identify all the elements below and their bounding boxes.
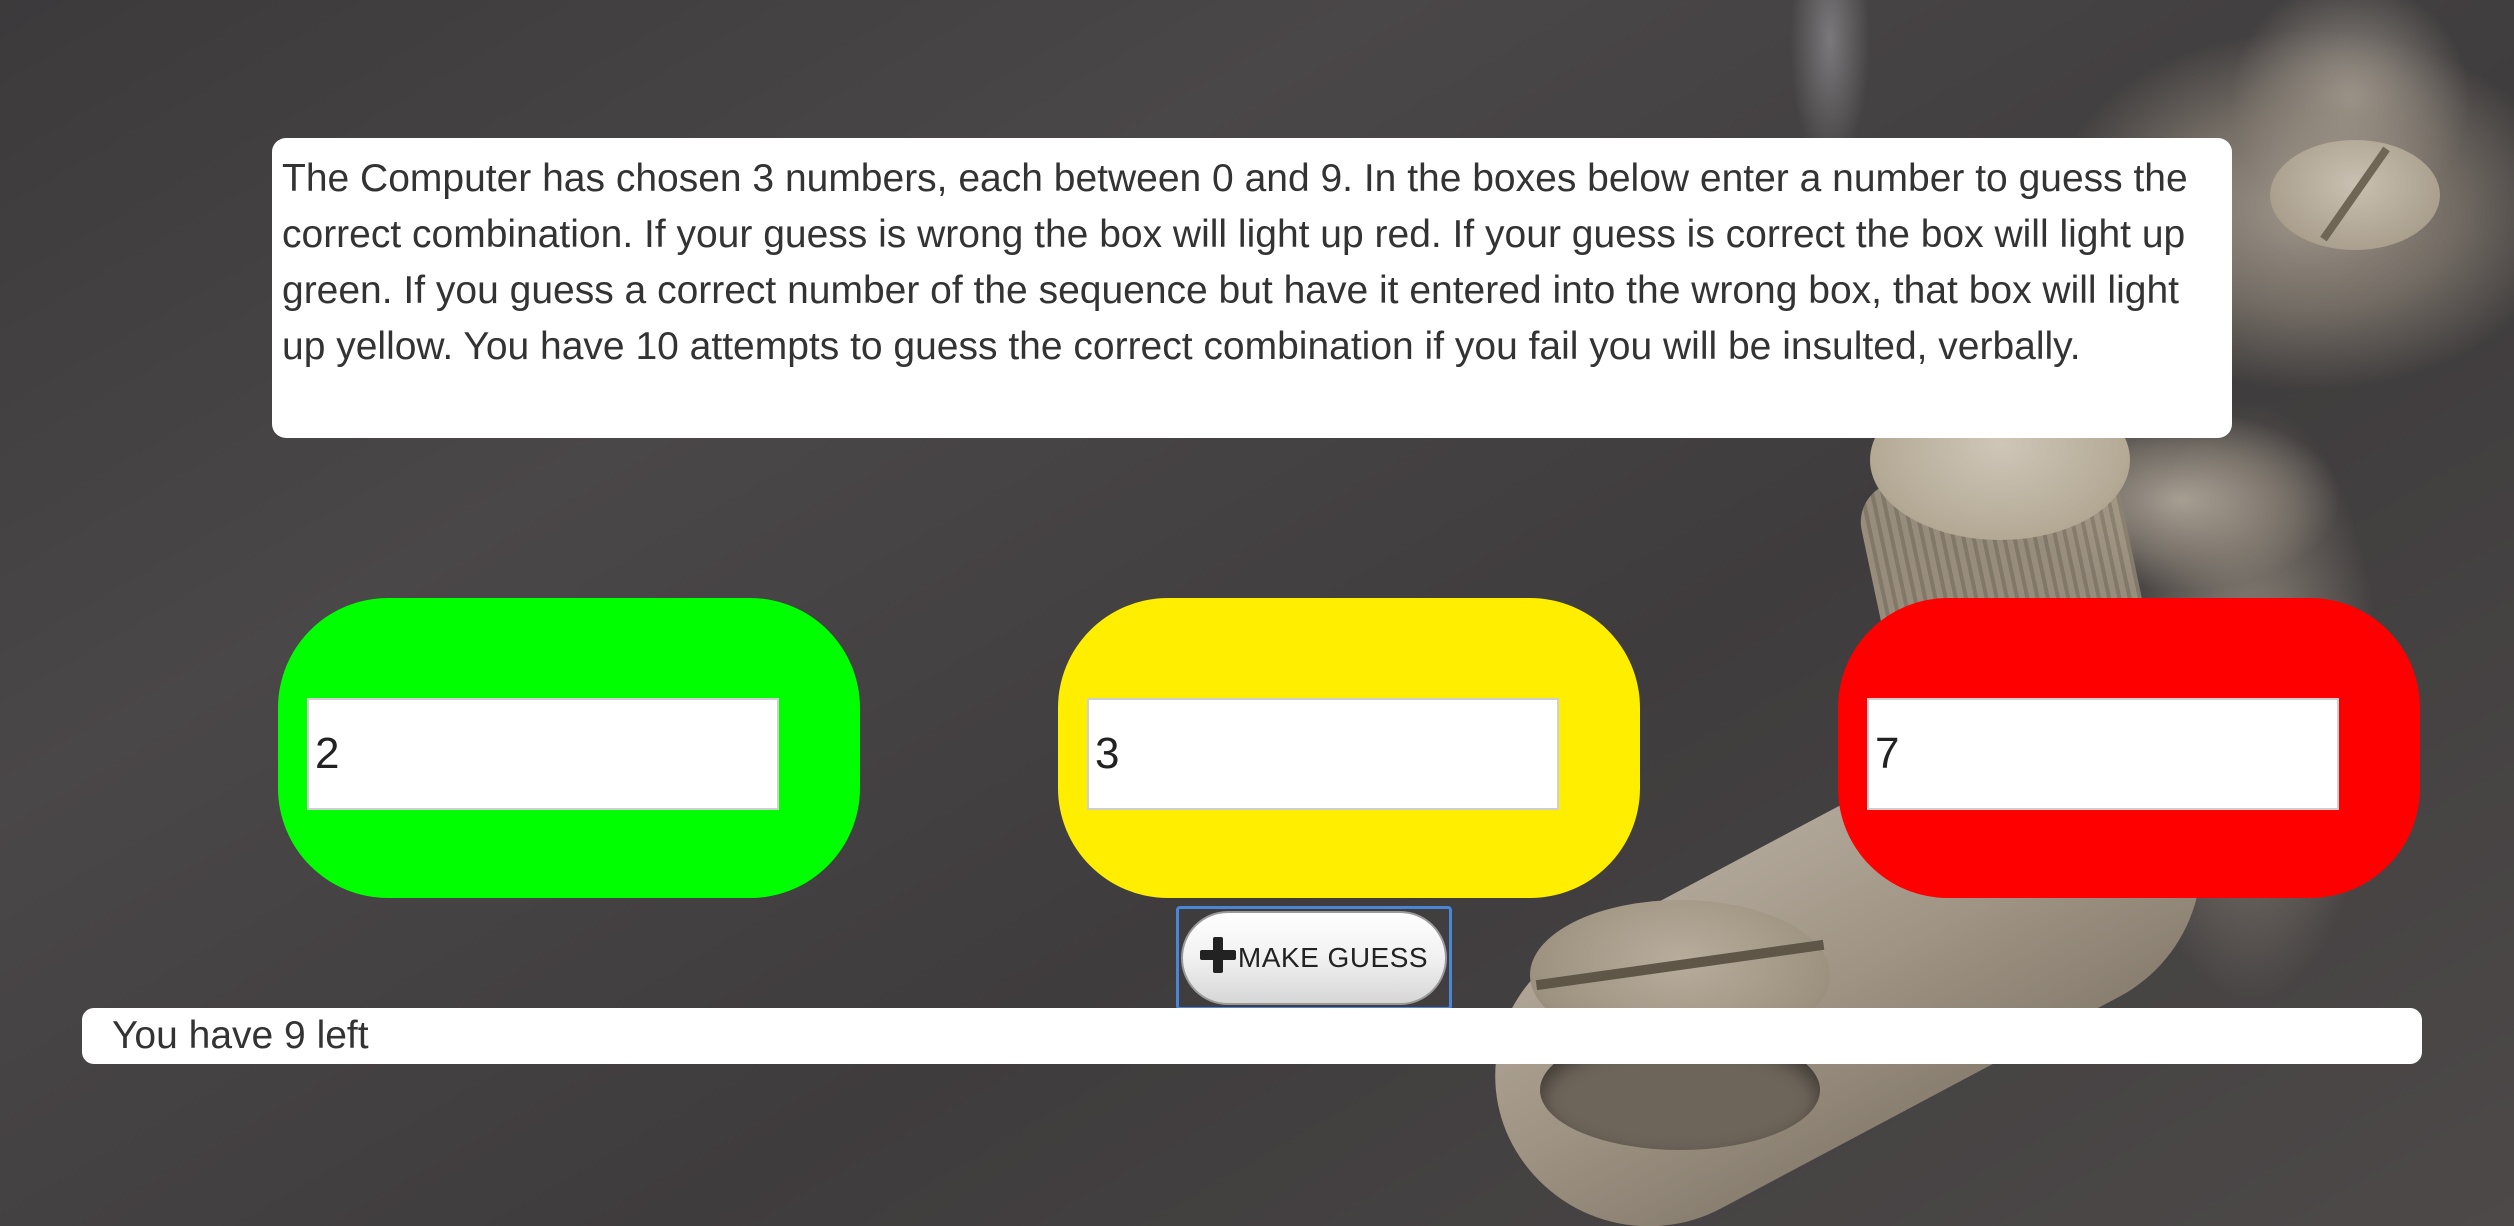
attempts-remaining-status: You have 9 left bbox=[82, 1008, 2422, 1064]
make-guess-label: MAKE GUESS bbox=[1237, 942, 1429, 973]
guess-input-2[interactable] bbox=[1087, 698, 1559, 810]
guess-input-3[interactable] bbox=[1867, 698, 2339, 810]
guess-box-2 bbox=[1058, 598, 1640, 898]
guess-input-1[interactable] bbox=[307, 698, 779, 810]
instructions-panel: The Computer has chosen 3 numbers, each … bbox=[272, 138, 2232, 438]
game-page: The Computer has chosen 3 numbers, each … bbox=[0, 0, 2514, 1226]
make-guess-button[interactable]: MAKE GUESS bbox=[1181, 911, 1447, 1005]
plus-icon bbox=[1199, 937, 1236, 973]
guess-box-1 bbox=[278, 598, 860, 898]
guess-box-3 bbox=[1838, 598, 2420, 898]
